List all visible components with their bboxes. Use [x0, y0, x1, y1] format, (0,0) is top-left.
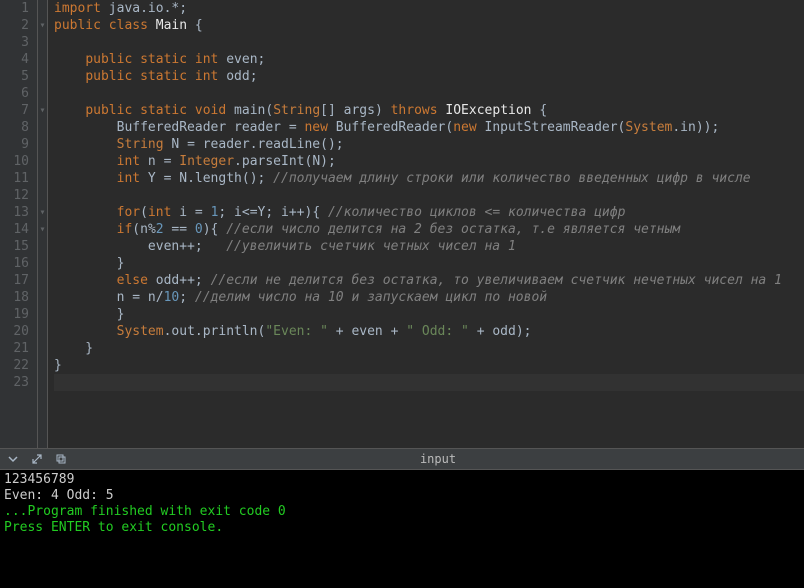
code-line[interactable]: } — [54, 306, 804, 323]
console-toolbar: input — [0, 448, 804, 470]
code-line[interactable] — [54, 85, 804, 102]
console-output[interactable]: 123456789Even: 4 Odd: 5...Program finish… — [0, 470, 804, 588]
code-line[interactable]: } — [54, 340, 804, 357]
fold-marker — [38, 187, 47, 204]
fold-gutter[interactable]: ▾▾▾▾ — [38, 0, 48, 448]
code-line[interactable]: public static int odd; — [54, 68, 804, 85]
code-line[interactable]: String N = reader.readLine(); — [54, 136, 804, 153]
fold-marker — [38, 170, 47, 187]
code-line[interactable] — [54, 374, 804, 391]
fold-marker — [38, 374, 47, 391]
line-number: 20 — [4, 323, 29, 340]
line-number: 17 — [4, 272, 29, 289]
fold-marker — [38, 289, 47, 306]
code-content[interactable]: import java.io.*;public class Main { pub… — [48, 0, 804, 448]
fold-marker[interactable]: ▾ — [38, 102, 47, 119]
line-number: 15 — [4, 238, 29, 255]
console-line: ...Program finished with exit code 0 — [4, 504, 800, 520]
line-number: 2 — [4, 17, 29, 34]
line-number: 3 — [4, 34, 29, 51]
fold-marker — [38, 68, 47, 85]
code-line[interactable]: public static void main(String[] args) t… — [54, 102, 804, 119]
code-line[interactable] — [54, 187, 804, 204]
line-number: 18 — [4, 289, 29, 306]
line-number: 14 — [4, 221, 29, 238]
fold-marker — [38, 340, 47, 357]
code-line[interactable]: else odd++; //если не делится без остатк… — [54, 272, 804, 289]
fold-marker — [38, 272, 47, 289]
code-line[interactable]: BufferedReader reader = new BufferedRead… — [54, 119, 804, 136]
line-number: 9 — [4, 136, 29, 153]
fold-marker[interactable]: ▾ — [38, 204, 47, 221]
line-number: 21 — [4, 340, 29, 357]
line-number: 10 — [4, 153, 29, 170]
line-number: 12 — [4, 187, 29, 204]
line-number: 1 — [4, 0, 29, 17]
code-line[interactable]: if(n%2 == 0){ //если число делится на 2 … — [54, 221, 804, 238]
fold-marker — [38, 119, 47, 136]
fold-marker — [38, 0, 47, 17]
code-line[interactable]: System.out.println("Even: " + even + " O… — [54, 323, 804, 340]
fold-marker — [38, 136, 47, 153]
fold-marker — [38, 34, 47, 51]
code-line[interactable] — [54, 34, 804, 51]
fold-marker — [38, 51, 47, 68]
line-number: 16 — [4, 255, 29, 272]
line-number-gutter: 1234567891011121314151617181920212223 — [0, 0, 38, 448]
code-line[interactable]: public class Main { — [54, 17, 804, 34]
line-number: 6 — [4, 85, 29, 102]
line-number: 11 — [4, 170, 29, 187]
expand-icon[interactable] — [30, 452, 44, 466]
fold-marker — [38, 306, 47, 323]
line-number: 4 — [4, 51, 29, 68]
fold-marker[interactable]: ▾ — [38, 17, 47, 34]
chevron-down-icon[interactable] — [6, 452, 20, 466]
code-line[interactable]: int n = Integer.parseInt(N); — [54, 153, 804, 170]
code-line[interactable]: } — [54, 357, 804, 374]
code-line[interactable]: int Y = N.length(); //получаем длину стр… — [54, 170, 804, 187]
line-number: 8 — [4, 119, 29, 136]
fold-marker — [38, 153, 47, 170]
console-tab-label[interactable]: input — [78, 452, 798, 466]
code-line[interactable]: public static int even; — [54, 51, 804, 68]
line-number: 7 — [4, 102, 29, 119]
line-number: 19 — [4, 306, 29, 323]
fold-marker — [38, 238, 47, 255]
copy-icon[interactable] — [54, 452, 68, 466]
console-line: Even: 4 Odd: 5 — [4, 488, 800, 504]
console-line: Press ENTER to exit console. — [4, 520, 800, 536]
fold-marker — [38, 323, 47, 340]
code-line[interactable]: n = n/10; //делим число на 10 и запускае… — [54, 289, 804, 306]
fold-marker — [38, 255, 47, 272]
line-number: 5 — [4, 68, 29, 85]
code-line[interactable]: } — [54, 255, 804, 272]
line-number: 22 — [4, 357, 29, 374]
fold-marker — [38, 85, 47, 102]
fold-marker — [38, 357, 47, 374]
line-number: 23 — [4, 374, 29, 391]
code-line[interactable]: even++; //увеличить счетчик четных чисел… — [54, 238, 804, 255]
line-number: 13 — [4, 204, 29, 221]
console-line: 123456789 — [4, 472, 800, 488]
code-editor[interactable]: 1234567891011121314151617181920212223 ▾▾… — [0, 0, 804, 448]
code-line[interactable]: import java.io.*; — [54, 0, 804, 17]
fold-marker[interactable]: ▾ — [38, 221, 47, 238]
code-line[interactable]: for(int i = 1; i<=Y; i++){ //количество … — [54, 204, 804, 221]
